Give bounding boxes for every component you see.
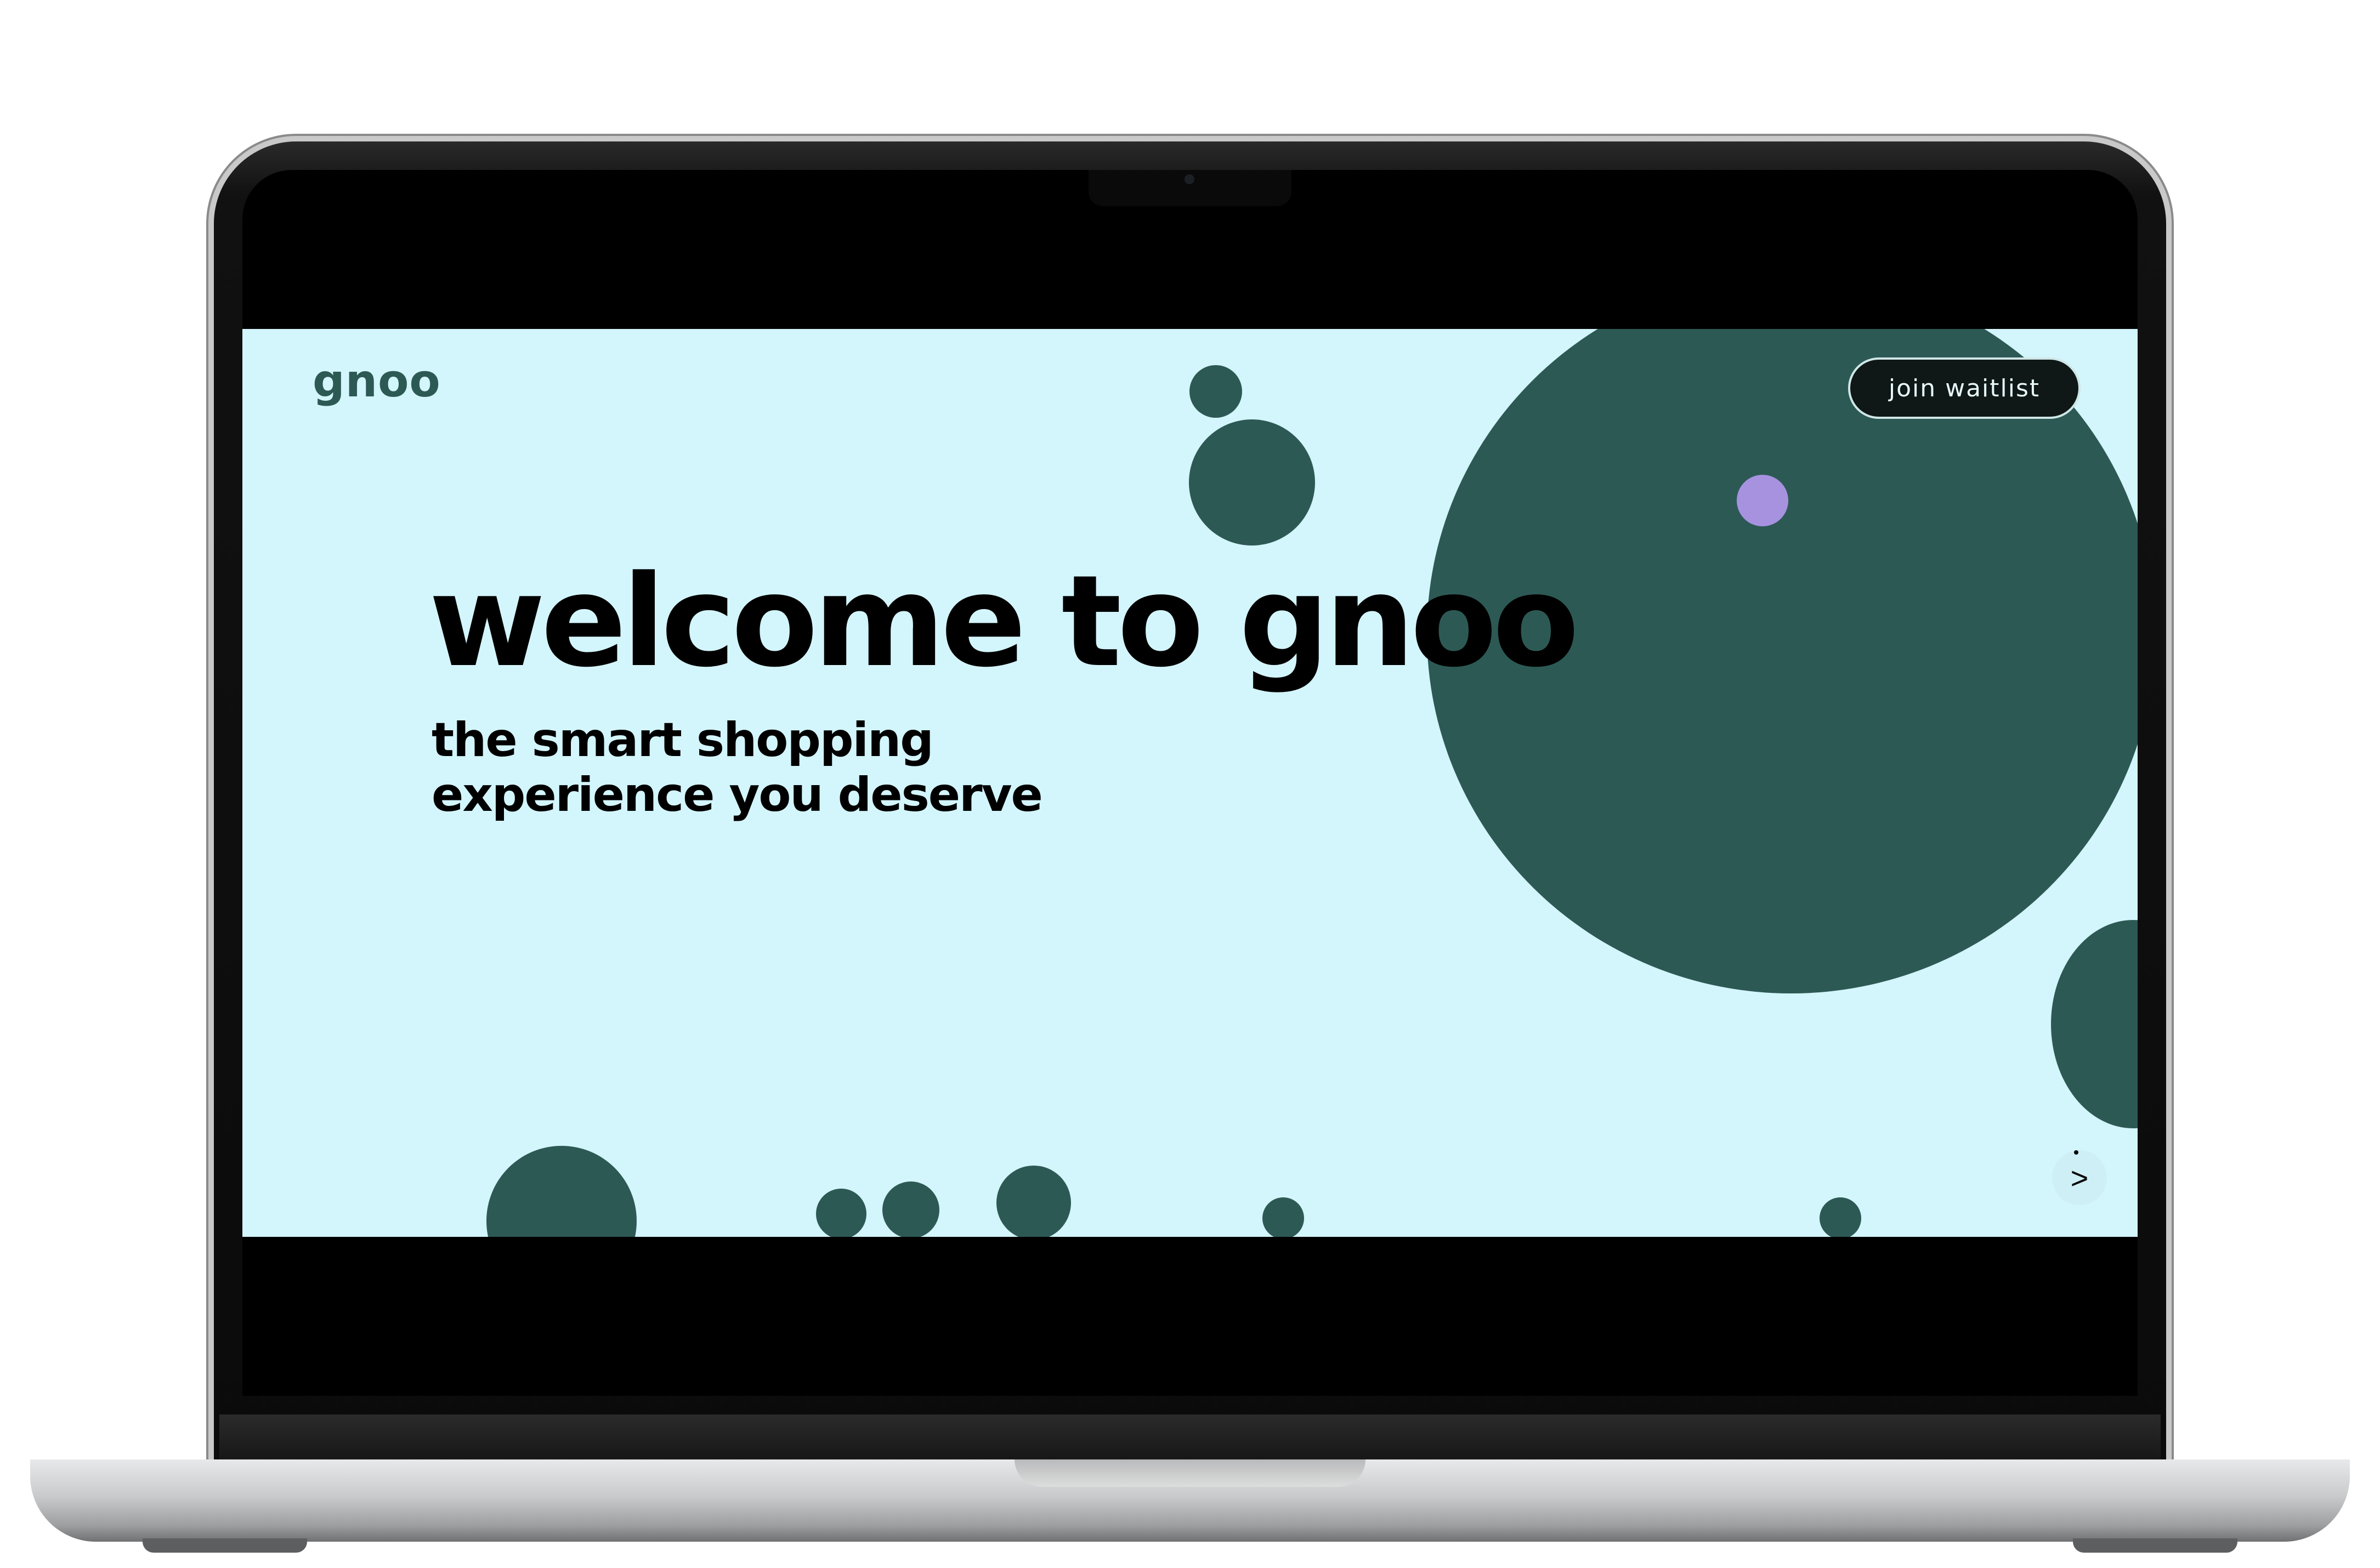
small-circle-top-decoration — [1189, 365, 1242, 418]
next-slide-button[interactable]: > — [2052, 1150, 2107, 1205]
bottom-circle-tiny-decoration — [1262, 1197, 1304, 1237]
chevron-right-icon: > — [2070, 1160, 2089, 1195]
laptop-foot-left — [143, 1538, 307, 1553]
indicator-dot — [2074, 1150, 2078, 1155]
hero-headline: welcome to gnoo — [429, 549, 1579, 695]
laptop-hinge — [219, 1414, 2161, 1464]
bottom-circle-tiny-decoration — [1820, 1197, 1861, 1237]
camera-icon — [1185, 174, 1194, 184]
bottom-circle-large-decoration — [486, 1146, 637, 1237]
right-circle-decoration — [2051, 920, 2138, 1128]
laptop-foot-right — [2073, 1538, 2237, 1553]
lavender-dot-decoration — [1737, 475, 1788, 526]
trackpad-notch — [1015, 1459, 1365, 1487]
medium-circle-top-decoration — [1189, 419, 1315, 546]
join-waitlist-button[interactable]: join waitlist — [1848, 357, 2081, 419]
hero-subheadline: the smart shopping experience you deserv… — [432, 713, 1090, 822]
gnoo-logo[interactable]: gnoo — [313, 359, 441, 404]
bottom-circle-medium-decoration — [996, 1166, 1071, 1237]
subheadline-line-1: the smart shopping — [432, 713, 934, 768]
bottom-circle-small-decoration — [882, 1181, 939, 1237]
subheadline-line-2: experience you deserve — [432, 768, 1043, 822]
bottom-circle-small-decoration — [816, 1189, 866, 1237]
website-screen: gnoo join waitlist welcome to gnoo the s… — [242, 329, 2138, 1237]
